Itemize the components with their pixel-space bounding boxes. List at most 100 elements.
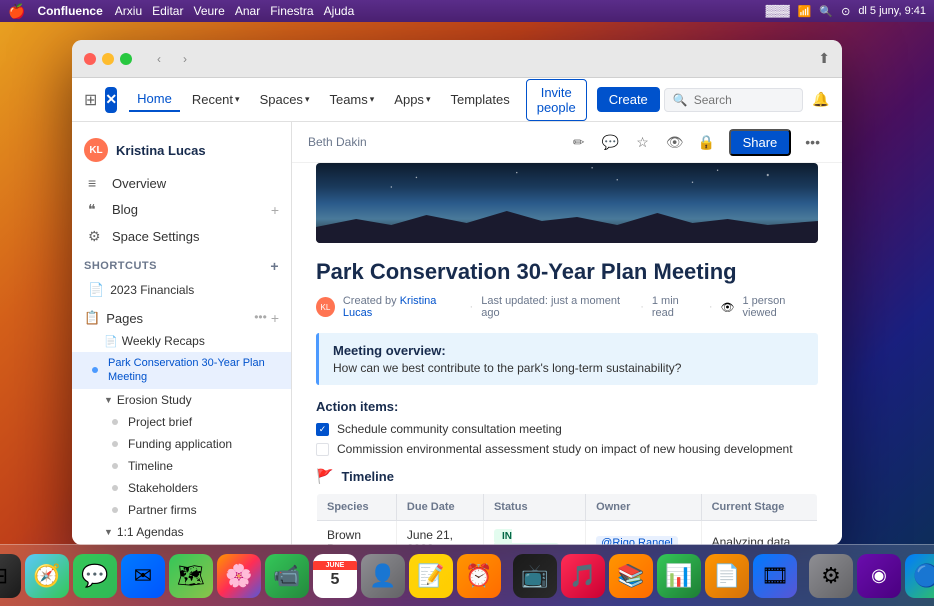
sidebar: KL Kristina Lucas ≡ Overview ❝ Blog + ⚙ … (72, 122, 292, 545)
dock-mail[interactable]: ✉ (121, 554, 165, 598)
page-park-conservation[interactable]: Park Conservation 30-Year Plan Meeting (72, 352, 291, 389)
menu-items: Arxiu Editar Veure Anar Finestra Ajuda (115, 4, 354, 18)
edit-icon[interactable]: ✏ (565, 128, 593, 156)
page-stakeholders[interactable]: Stakeholders (72, 477, 291, 499)
shortcut-financials[interactable]: 📄 2023 Financials (72, 278, 291, 302)
grid-icon[interactable]: ⊞ (84, 90, 97, 110)
page-meta: KL Created by Kristina Lucas · Last upda… (316, 295, 818, 319)
confluence-logo[interactable]: ✕ (105, 87, 117, 113)
nav-templates[interactable]: Templates (442, 88, 517, 111)
dock-notes[interactable]: 📝 (409, 554, 453, 598)
page-erosion-study[interactable]: ▼ Erosion Study (72, 389, 291, 411)
page-label-erosion: Erosion Study (117, 393, 192, 407)
nav-teams[interactable]: Teams▾ (321, 88, 382, 111)
invite-people-button[interactable]: Invite people (526, 79, 587, 121)
info-box-title: Meeting overview: (333, 343, 804, 358)
nav-recent[interactable]: Recent▾ (184, 88, 248, 111)
cell-owner-1: @Rigo Rangel (586, 521, 701, 546)
restrict-icon[interactable]: 🔒 (693, 128, 721, 156)
back-button[interactable]: ‹ (148, 48, 170, 70)
search-input[interactable] (694, 93, 794, 107)
dock-systemprefs[interactable]: ⚙ (809, 554, 853, 598)
page-project-brief[interactable]: Project brief (72, 411, 291, 433)
nav-spaces[interactable]: Spaces▾ (252, 88, 318, 111)
share-icon[interactable]: ⬆ (818, 50, 830, 67)
star-icon[interactable]: ☆ (629, 128, 657, 156)
table-row: Brown Bear June 21, 2023 IN PROGRESS @Ri… (317, 521, 818, 546)
checkbox-2[interactable] (316, 443, 329, 456)
notifications-icon[interactable]: 🔔 (807, 86, 835, 114)
checkbox-1[interactable]: ✓ (316, 423, 329, 436)
dot-timeline (112, 463, 118, 469)
dock-numbers[interactable]: 📊 (657, 554, 701, 598)
app-name[interactable]: Confluence (37, 4, 102, 18)
cell-species-1: Brown Bear (317, 521, 397, 546)
nav-apps[interactable]: Apps▾ (386, 88, 438, 111)
search-box[interactable]: 🔍 (664, 88, 803, 112)
expand-erosion-icon[interactable]: ▼ (104, 395, 113, 405)
add-blog-icon[interactable]: + (271, 202, 279, 218)
dock-photos[interactable]: 🌸 (217, 554, 261, 598)
action-item-1: ✓ Schedule community consultation meetin… (316, 422, 818, 436)
page-funding[interactable]: Funding application (72, 433, 291, 455)
more-pages-icon[interactable]: ••• (254, 310, 267, 326)
menu-veure[interactable]: Veure (193, 4, 224, 18)
create-button[interactable]: Create (597, 87, 660, 112)
pages-toggle[interactable]: 📋 Pages (84, 310, 143, 326)
dock-contacts[interactable]: 👤 (361, 554, 405, 598)
sidebar-item-settings[interactable]: ⚙ Space Settings (72, 223, 291, 250)
search-icon: 🔍 (673, 93, 688, 107)
dock-pages[interactable]: 📄 (705, 554, 749, 598)
page-label-project: Project brief (128, 415, 192, 429)
table-header-row: Species Due Date Status Owner Current St… (317, 494, 818, 521)
menu-editar[interactable]: Editar (152, 4, 183, 18)
menu-anar[interactable]: Anar (235, 4, 260, 18)
view-icon[interactable]: 👁 (661, 128, 689, 156)
desktop: ‹ › ⬆ ⊞ ✕ Home Recent▾ Spaces▾ Teams▾ Ap… (0, 22, 934, 606)
page-label-stakeholders: Stakeholders (128, 481, 198, 495)
comment-icon[interactable]: 💬 (597, 128, 625, 156)
sidebar-item-overview[interactable]: ≡ Overview (72, 170, 291, 196)
dock-screensaver[interactable]: 🔵 (905, 554, 934, 598)
timeline-label: Timeline (341, 469, 394, 484)
dock-calendar[interactable]: JUNE 5 (313, 554, 357, 598)
nav-home[interactable]: Home (129, 87, 180, 112)
dock-music[interactable]: 🎵 (561, 554, 605, 598)
help-icon[interactable]: ? (839, 86, 842, 114)
settings-label: Space Settings (112, 229, 199, 244)
dock-facetime[interactable]: 📹 (265, 554, 309, 598)
dock-messages[interactable]: 💬 (73, 554, 117, 598)
page-timeline[interactable]: Timeline (72, 455, 291, 477)
cell-stage-1: Analyzing data (701, 521, 817, 546)
page-title: Park Conservation 30-Year Plan Meeting (316, 259, 818, 285)
info-box-text: How can we best contribute to the park's… (333, 361, 804, 375)
menu-ajuda[interactable]: Ajuda (324, 4, 355, 18)
dock-arc[interactable]: ◉ (857, 554, 901, 598)
maximize-button[interactable] (120, 53, 132, 65)
dock-reminders[interactable]: ⏰ (457, 554, 501, 598)
sidebar-item-blog[interactable]: ❝ Blog + (72, 196, 291, 223)
menu-finestra[interactable]: Finestra (270, 4, 313, 18)
expand-1on1-icon[interactable]: ▼ (104, 527, 113, 537)
sidebar-user[interactable]: KL Kristina Lucas (72, 130, 291, 170)
dock-safari[interactable]: 🧭 (25, 554, 69, 598)
dock-launchpad[interactable]: ⊞ (0, 554, 21, 598)
dock-keynote[interactable]: 🎞 (753, 554, 797, 598)
share-button[interactable]: Share (729, 129, 792, 156)
dock-tv[interactable]: 📺 (513, 554, 557, 598)
minimize-button[interactable] (102, 53, 114, 65)
dock-maps[interactable]: 🗺 (169, 554, 213, 598)
add-page-icon[interactable]: + (271, 310, 279, 326)
close-button[interactable] (84, 53, 96, 65)
menu-arxiu[interactable]: Arxiu (115, 4, 142, 18)
page-weekly-recaps[interactable]: 📄 Weekly Recaps (72, 330, 291, 352)
page-partner-firms[interactable]: Partner firms (72, 499, 291, 521)
search-icon[interactable]: 🔍 (819, 5, 833, 18)
apple-menu[interactable]: 🍎 (8, 3, 25, 20)
forward-button[interactable]: › (174, 48, 196, 70)
dock-books[interactable]: 📚 (609, 554, 653, 598)
more-options-button[interactable]: ••• (799, 130, 826, 154)
page-1on1-agendas[interactable]: ▼ 1:1 Agendas (72, 521, 291, 543)
control-center-icon[interactable]: ⊙ (841, 5, 850, 18)
add-shortcut-icon[interactable]: + (270, 258, 279, 274)
